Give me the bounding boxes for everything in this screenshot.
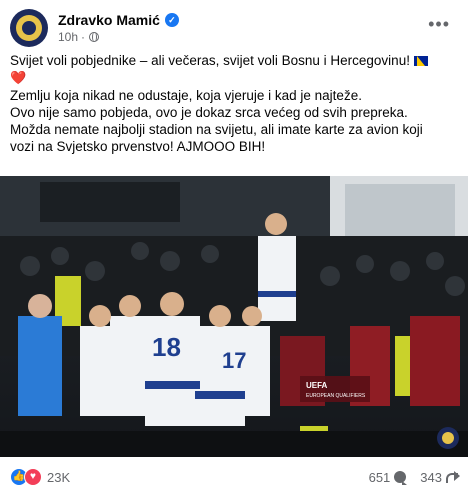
post-subline: 10h · (58, 30, 179, 44)
author-name[interactable]: Zdravko Mamić (58, 12, 160, 28)
post-text: Svijet voli pobjednike – ali večeras, sv… (10, 52, 460, 156)
globe-icon (89, 32, 100, 42)
post-line-2: Zemlju koja nikad ne odustaje, koja vjer… (10, 87, 362, 103)
red-heart-icon: ❤️ (10, 70, 27, 86)
comment-icon[interactable] (394, 471, 408, 485)
banner-text: UEFA (306, 381, 328, 390)
post-line-heart: ❤️ (10, 69, 460, 86)
reactions-count: 23K (47, 469, 71, 485)
verified-badge-icon: ✓ (164, 13, 179, 27)
author-avatar[interactable] (10, 9, 48, 47)
comments-count[interactable]: 651 (369, 470, 391, 485)
post-meta: Zdravko Mamić ✓ 10h · (58, 12, 179, 44)
player-number-17: 17 (222, 348, 246, 373)
post-line-4: Možda nemate najbolji stadion na svijetu… (10, 122, 423, 138)
time-separator: · (81, 30, 86, 44)
engagement-counts: 651 343 (369, 470, 460, 485)
avatar-emblem (16, 15, 42, 41)
post-time[interactable]: 10h (58, 30, 78, 44)
bosnia-flag-icon (413, 56, 428, 66)
post-line-3: Ovo nije samo pobjeda, ovo je dokaz srca… (10, 104, 408, 120)
post-line-1: Svijet voli pobjednike – ali večeras, sv… (10, 52, 460, 69)
author-row: Zdravko Mamić ✓ (58, 12, 179, 28)
post-header: Zdravko Mamić ✓ 10h · ••• (10, 8, 450, 48)
share-icon[interactable] (446, 471, 460, 483)
shares-count[interactable]: 343 (420, 470, 442, 485)
post-line-5: vozi na Svjetsko prvenstvo! AJMOOO BIH! (10, 139, 266, 155)
post-footer: 👍 ♥ 23K 651 343 (10, 467, 460, 487)
love-reaction-icon: ♥ (24, 468, 42, 486)
post-photo[interactable]: 18 17 UEFA EUROPEAN QUALIFIERS (0, 176, 468, 457)
player-number-18: 18 (152, 332, 181, 362)
reactions-summary[interactable]: 👍 ♥ 23K (10, 468, 70, 486)
facebook-post: Zdravko Mamić ✓ 10h · ••• Svijet voli po… (0, 0, 468, 490)
more-options-icon[interactable]: ••• (428, 14, 450, 35)
banner-text-2: EUROPEAN QUALIFIERS (306, 393, 366, 399)
